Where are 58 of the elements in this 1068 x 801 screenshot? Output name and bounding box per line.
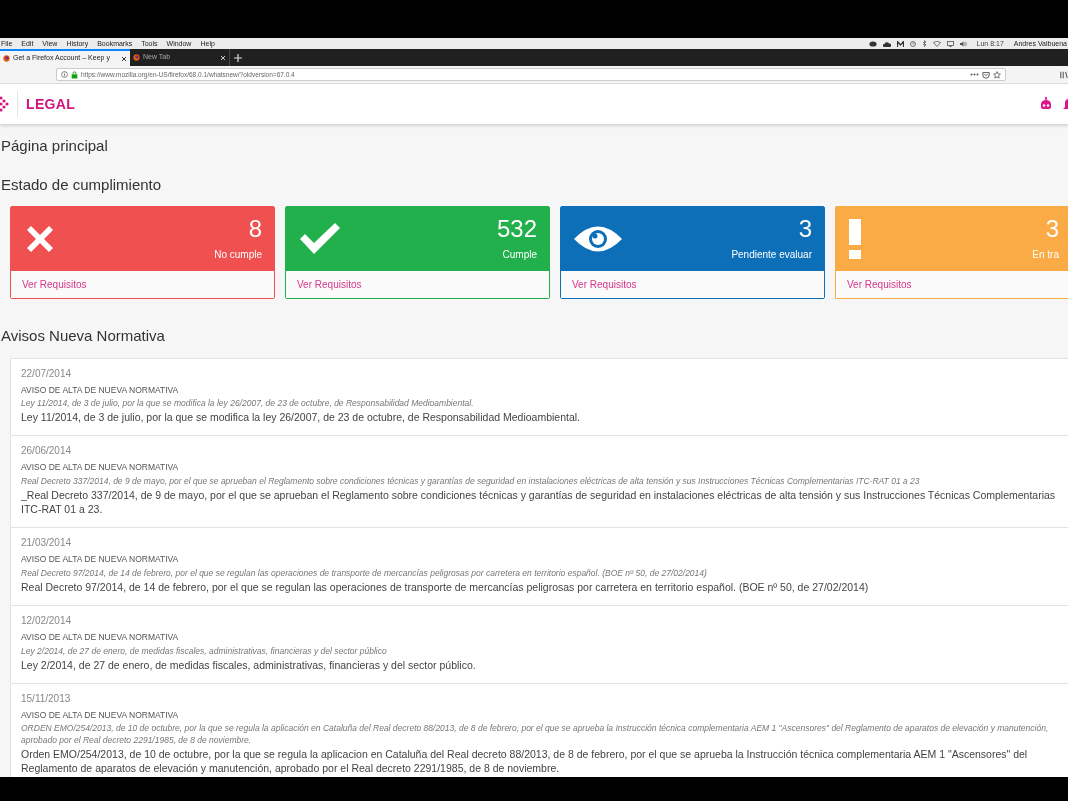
status-label: Cumple	[502, 247, 537, 262]
firefox-icon	[133, 54, 140, 61]
notice-text: Real Decreto 97/2014, de 14 de febrero, por el que se regulan las operaciones de transporte de mercancías peligrosas por carretera en territorio español. (BOE nº 50, de 27/02/2014)	[21, 579, 870, 594]
notice-summary: Ley 11/2014, de 3 de julio, por la que se modifica la ley 26/2007, de 23 de octubre, de Responsabilidad Medioambiental.	[21, 397, 475, 410]
notice-heading: AVISO DE ALTA DE NUEVA NORMATIVA	[21, 383, 180, 397]
notice-summary: Real Decreto 97/2014, de 14 de febrero, por el que se regulan las operaciones de transporte de mercancías peligrosas por carretera en territorio español. (BOE nº 50, de 27/02/2014)	[21, 566, 708, 579]
robot-icon[interactable]	[1039, 97, 1053, 111]
notice-heading: AVISO DE ALTA DE NUEVA NORMATIVA	[21, 553, 180, 566]
volume-icon[interactable]	[959, 40, 967, 47]
firefox-icon	[3, 55, 10, 62]
notice-summary: Ley 2/2014, de 27 de enero, de medidas fiscales, administrativas, financieras y del sector público	[21, 644, 388, 657]
count-text: 3	[1045, 216, 1059, 241]
count-text: 532	[496, 216, 537, 241]
notice-heading: AVISO DE ALTA DE NUEVA NORMATIVA	[21, 708, 180, 722]
more-icon[interactable]	[970, 73, 979, 76]
app-logo[interactable]: LEGAL	[26, 93, 76, 115]
notice-text: Ley 2/2014, de 27 de enero, de medidas fiscales, administrativas, financieras y del sector público.	[21, 657, 477, 672]
exclamation-icon	[848, 219, 862, 259]
notice-date: 21/03/2014	[21, 536, 73, 550]
page-title: Página principal	[0, 136, 109, 156]
library-icon[interactable]	[1060, 70, 1068, 79]
mail-icon[interactable]	[896, 40, 904, 47]
cloud-icon[interactable]	[882, 40, 891, 47]
count-text: 8	[248, 216, 262, 241]
info-icon[interactable]	[61, 71, 68, 78]
requirements-link[interactable]: Ver Requisitos	[572, 277, 637, 292]
notice-text: Ley 11/2014, de 3 de julio, por la que se modifica la ley 26/2007, de 23 de octubre, de Responsabilidad Medioambiental.	[21, 410, 582, 425]
star-icon[interactable]	[993, 70, 1001, 79]
notice-date: 15/11/2013	[21, 691, 72, 706]
requirements-link[interactable]: Ver Requisitos	[847, 277, 912, 292]
notice-text: Orden EMO/254/2013, de 10 de octubre, por la que se regula la aplicacion en Cataluña del Real decreto 88/2013, de 8 de febrero, por el que se aprueba la Instrucción técnica complementaria AEM 1 "Ascensores" del Reglamento de aparatos de elevación y manutención, aprobado por el Real decreto 2291/1985, de 8 de noviembre.	[21, 747, 1029, 776]
notice-date: 12/02/2014	[21, 613, 73, 628]
new-tab-icon[interactable]	[234, 53, 242, 62]
notice-summary: Real Decreto 337/2014, de 9 de mayo, por el que se aprueban el Reglamento sobre condiciones técnicas y garantías de seguridad en instalaciones eléctricas de alta tensión y sus Instrucciones Técnicas Complementarias ITC-RAT 01 a 23	[21, 475, 921, 487]
notice-date: 22/07/2014	[21, 366, 73, 381]
pocket-icon[interactable]	[982, 70, 990, 79]
notice-text: _Real Decreto 337/2014, de 9 de mayo, por el que se aprueban el Reglamento sobre condiciones técnicas y garantías de seguridad en instalaciones eléctricas de alta tensión y sus Instrucciones Técnicas Complementarias ITC-RAT 01 a 23.	[21, 488, 1057, 516]
logo-icon	[0, 95, 9, 113]
requirements-link[interactable]: Ver Requisitos	[297, 277, 362, 292]
notice-heading: AVISO DE ALTA DE NUEVA NORMATIVA	[21, 461, 180, 474]
notice-date: 26/06/2014	[21, 444, 73, 459]
requirements-link[interactable]: Ver Requisitos	[22, 277, 87, 292]
close-icon[interactable]	[121, 55, 127, 62]
notice-summary: ORDEN EMO/254/2013, de 10 de octubre, por la que se regula la aplicación en Cataluña del Real decreto 88/2013, de 8 de febrero, por el que se aprueba la Instrucción técnica complementaria AEM 1 "Ascensores" del Reglamento de aparatos de elevación y manutención, aprobado por el Real decreto 2291/1985, de 8 de noviembre.	[21, 722, 1050, 747]
wifi-icon[interactable]	[932, 40, 941, 47]
lock-icon	[71, 70, 78, 79]
section-title: Avisos Nueva Normativa	[0, 326, 166, 346]
clock-icon[interactable]	[909, 40, 916, 47]
display-icon[interactable]	[946, 40, 954, 47]
check-icon	[298, 222, 342, 256]
status-label: Pendiente evaluar	[731, 247, 812, 262]
status-label: No cumple	[214, 247, 262, 262]
count-text: 3	[798, 216, 812, 241]
eye-icon	[573, 224, 623, 254]
bluetooth-icon[interactable]	[921, 40, 927, 47]
notice-heading: AVISO DE ALTA DE NUEVA NORMATIVA	[21, 630, 180, 644]
status-label: En tra	[1032, 247, 1059, 262]
section-title: Estado de cumplimiento	[0, 174, 163, 195]
